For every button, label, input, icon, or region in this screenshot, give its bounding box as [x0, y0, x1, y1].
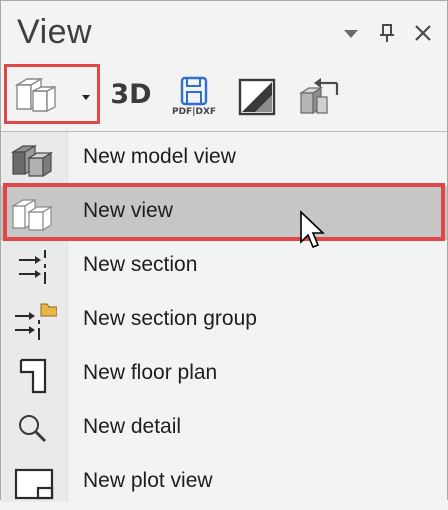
pdf-dxf-button[interactable]: PDF|DXF: [169, 75, 219, 123]
new-view-dropdown-menu: New model view New view New section New …: [1, 131, 447, 502]
magnifier-icon: [19, 415, 47, 443]
pdf-dxf-label: PDF|DXF: [171, 107, 217, 117]
plot-view-icon: [14, 468, 54, 500]
dropdown-triangle-icon: [344, 30, 358, 38]
menu-item-new-floor-plan[interactable]: New floor plan: [1, 348, 447, 402]
menu-item-label: New view: [83, 199, 173, 222]
perspective-icon: [238, 78, 276, 116]
save-icon: [180, 76, 208, 106]
mouse-cursor-icon: [300, 210, 325, 249]
section-group-icon: [15, 303, 57, 340]
3d-view-button[interactable]: 3D: [105, 75, 157, 115]
menu-item-new-detail[interactable]: New detail: [1, 402, 447, 456]
menu-item-label: New plot view: [83, 469, 213, 492]
new-view-icon: [11, 198, 54, 232]
perspective-button[interactable]: [237, 77, 277, 117]
small-down-arrow-icon: [82, 95, 90, 100]
view-toolbar: 3D PDF|DXF: [1, 63, 447, 129]
panel-header: View: [1, 1, 447, 61]
section-icon: [19, 250, 46, 284]
menu-item-label: New model view: [83, 145, 236, 168]
menu-item-new-model-view[interactable]: New model view: [1, 132, 447, 186]
view-panel: View 3D PDF|DXF New model view New view …: [0, 0, 448, 502]
menu-item-label: New section group: [83, 307, 257, 330]
panel-title: View: [17, 13, 93, 51]
model-view-icon: [11, 144, 54, 178]
new-view-split-button[interactable]: [4, 64, 100, 124]
menu-item-new-plot-view[interactable]: New plot view: [1, 456, 447, 510]
export-view-icon: [298, 78, 339, 115]
menu-item-label: New section: [83, 253, 198, 276]
pin-button[interactable]: [375, 21, 399, 45]
floor-plan-icon: [19, 358, 47, 394]
menu-item-new-view[interactable]: New view: [1, 186, 447, 240]
export-view-button[interactable]: [295, 75, 343, 117]
menu-item-new-section-group[interactable]: New section group: [1, 294, 447, 348]
close-icon: [415, 25, 431, 41]
close-button[interactable]: [411, 21, 435, 45]
menu-item-label: New detail: [83, 415, 182, 438]
pin-icon: [380, 24, 394, 42]
menu-item-label: New floor plan: [83, 361, 218, 384]
panel-menu-dropdown-button[interactable]: [339, 21, 363, 45]
menu-item-new-section[interactable]: New section: [1, 240, 447, 294]
